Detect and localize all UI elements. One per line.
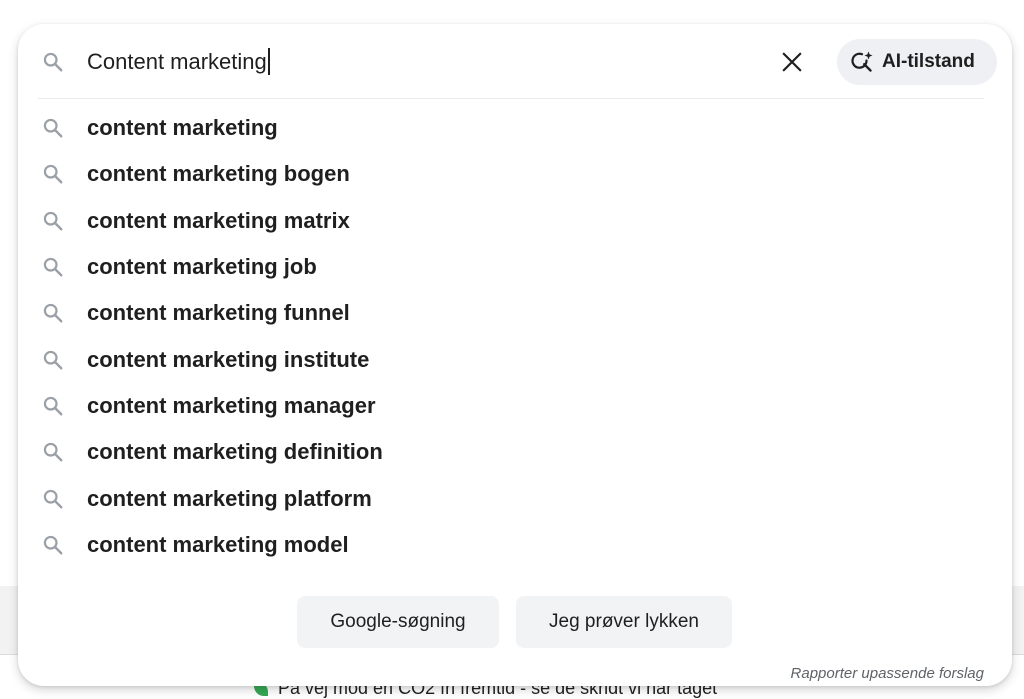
ai-mode-label: AI-tilstand	[882, 51, 975, 72]
search-icon	[43, 52, 63, 72]
suggestion-text: content marketing job	[87, 254, 317, 280]
divider	[38, 98, 984, 99]
suggestion-text: content marketing model	[87, 531, 349, 557]
search-icon	[43, 396, 63, 416]
suggestion-text: content marketing definition	[87, 439, 383, 465]
text-caret	[267, 48, 270, 75]
suggestion-item[interactable]: content marketing manager	[18, 383, 1012, 429]
suggestion-item[interactable]: content marketing matrix	[18, 198, 1012, 244]
suggestion-list: content marketing content marketing boge…	[18, 105, 1012, 568]
search-icon	[43, 211, 63, 231]
suggestion-text: content marketing matrix	[87, 207, 350, 233]
suggestion-item[interactable]: content marketing funnel	[18, 290, 1012, 336]
search-actions: Google-søgning Jeg prøver lykken	[18, 596, 1012, 648]
suggestion-text: content marketing funnel	[87, 300, 350, 326]
suggestion-item[interactable]: content marketing platform	[18, 475, 1012, 521]
report-inappropriate-predictions-link[interactable]: Rapporter upassende forslag	[791, 665, 984, 682]
search-icon	[43, 489, 63, 508]
suggestion-text: content marketing platform	[87, 485, 372, 511]
suggestion-text: content marketing	[87, 115, 278, 141]
suggestion-item[interactable]: content marketing job	[18, 244, 1012, 290]
search-input[interactable]: Content marketing	[87, 47, 270, 77]
search-icon	[43, 257, 63, 277]
feeling-lucky-button[interactable]: Jeg prøver lykken	[516, 596, 732, 648]
search-query-text: Content marketing	[87, 49, 267, 74]
search-autocomplete-dropdown: Content marketing AI-tilstand content ma…	[18, 24, 1012, 686]
suggestion-text: content marketing institute	[87, 346, 370, 372]
suggestion-item[interactable]: content marketing institute	[18, 336, 1012, 382]
suggestion-item[interactable]: content marketing bogen	[18, 151, 1012, 197]
suggestion-text: content marketing bogen	[87, 161, 350, 187]
close-icon	[782, 52, 802, 72]
search-bar: Content marketing AI-tilstand	[18, 24, 1012, 100]
search-icon	[43, 118, 63, 138]
suggestion-item[interactable]: content marketing	[18, 105, 1012, 151]
ai-search-sparkle-icon	[851, 51, 873, 72]
suggestion-item[interactable]: content marketing model	[18, 522, 1012, 568]
google-search-button[interactable]: Google-søgning	[297, 596, 499, 648]
search-icon	[43, 304, 63, 323]
suggestion-text: content marketing manager	[87, 392, 376, 418]
search-icon	[43, 350, 63, 370]
search-icon	[43, 443, 63, 462]
search-icon	[43, 165, 63, 184]
ai-mode-button[interactable]: AI-tilstand	[837, 39, 997, 85]
search-icon	[43, 535, 63, 555]
suggestion-item[interactable]: content marketing definition	[18, 429, 1012, 475]
clear-search-button[interactable]	[774, 44, 810, 80]
